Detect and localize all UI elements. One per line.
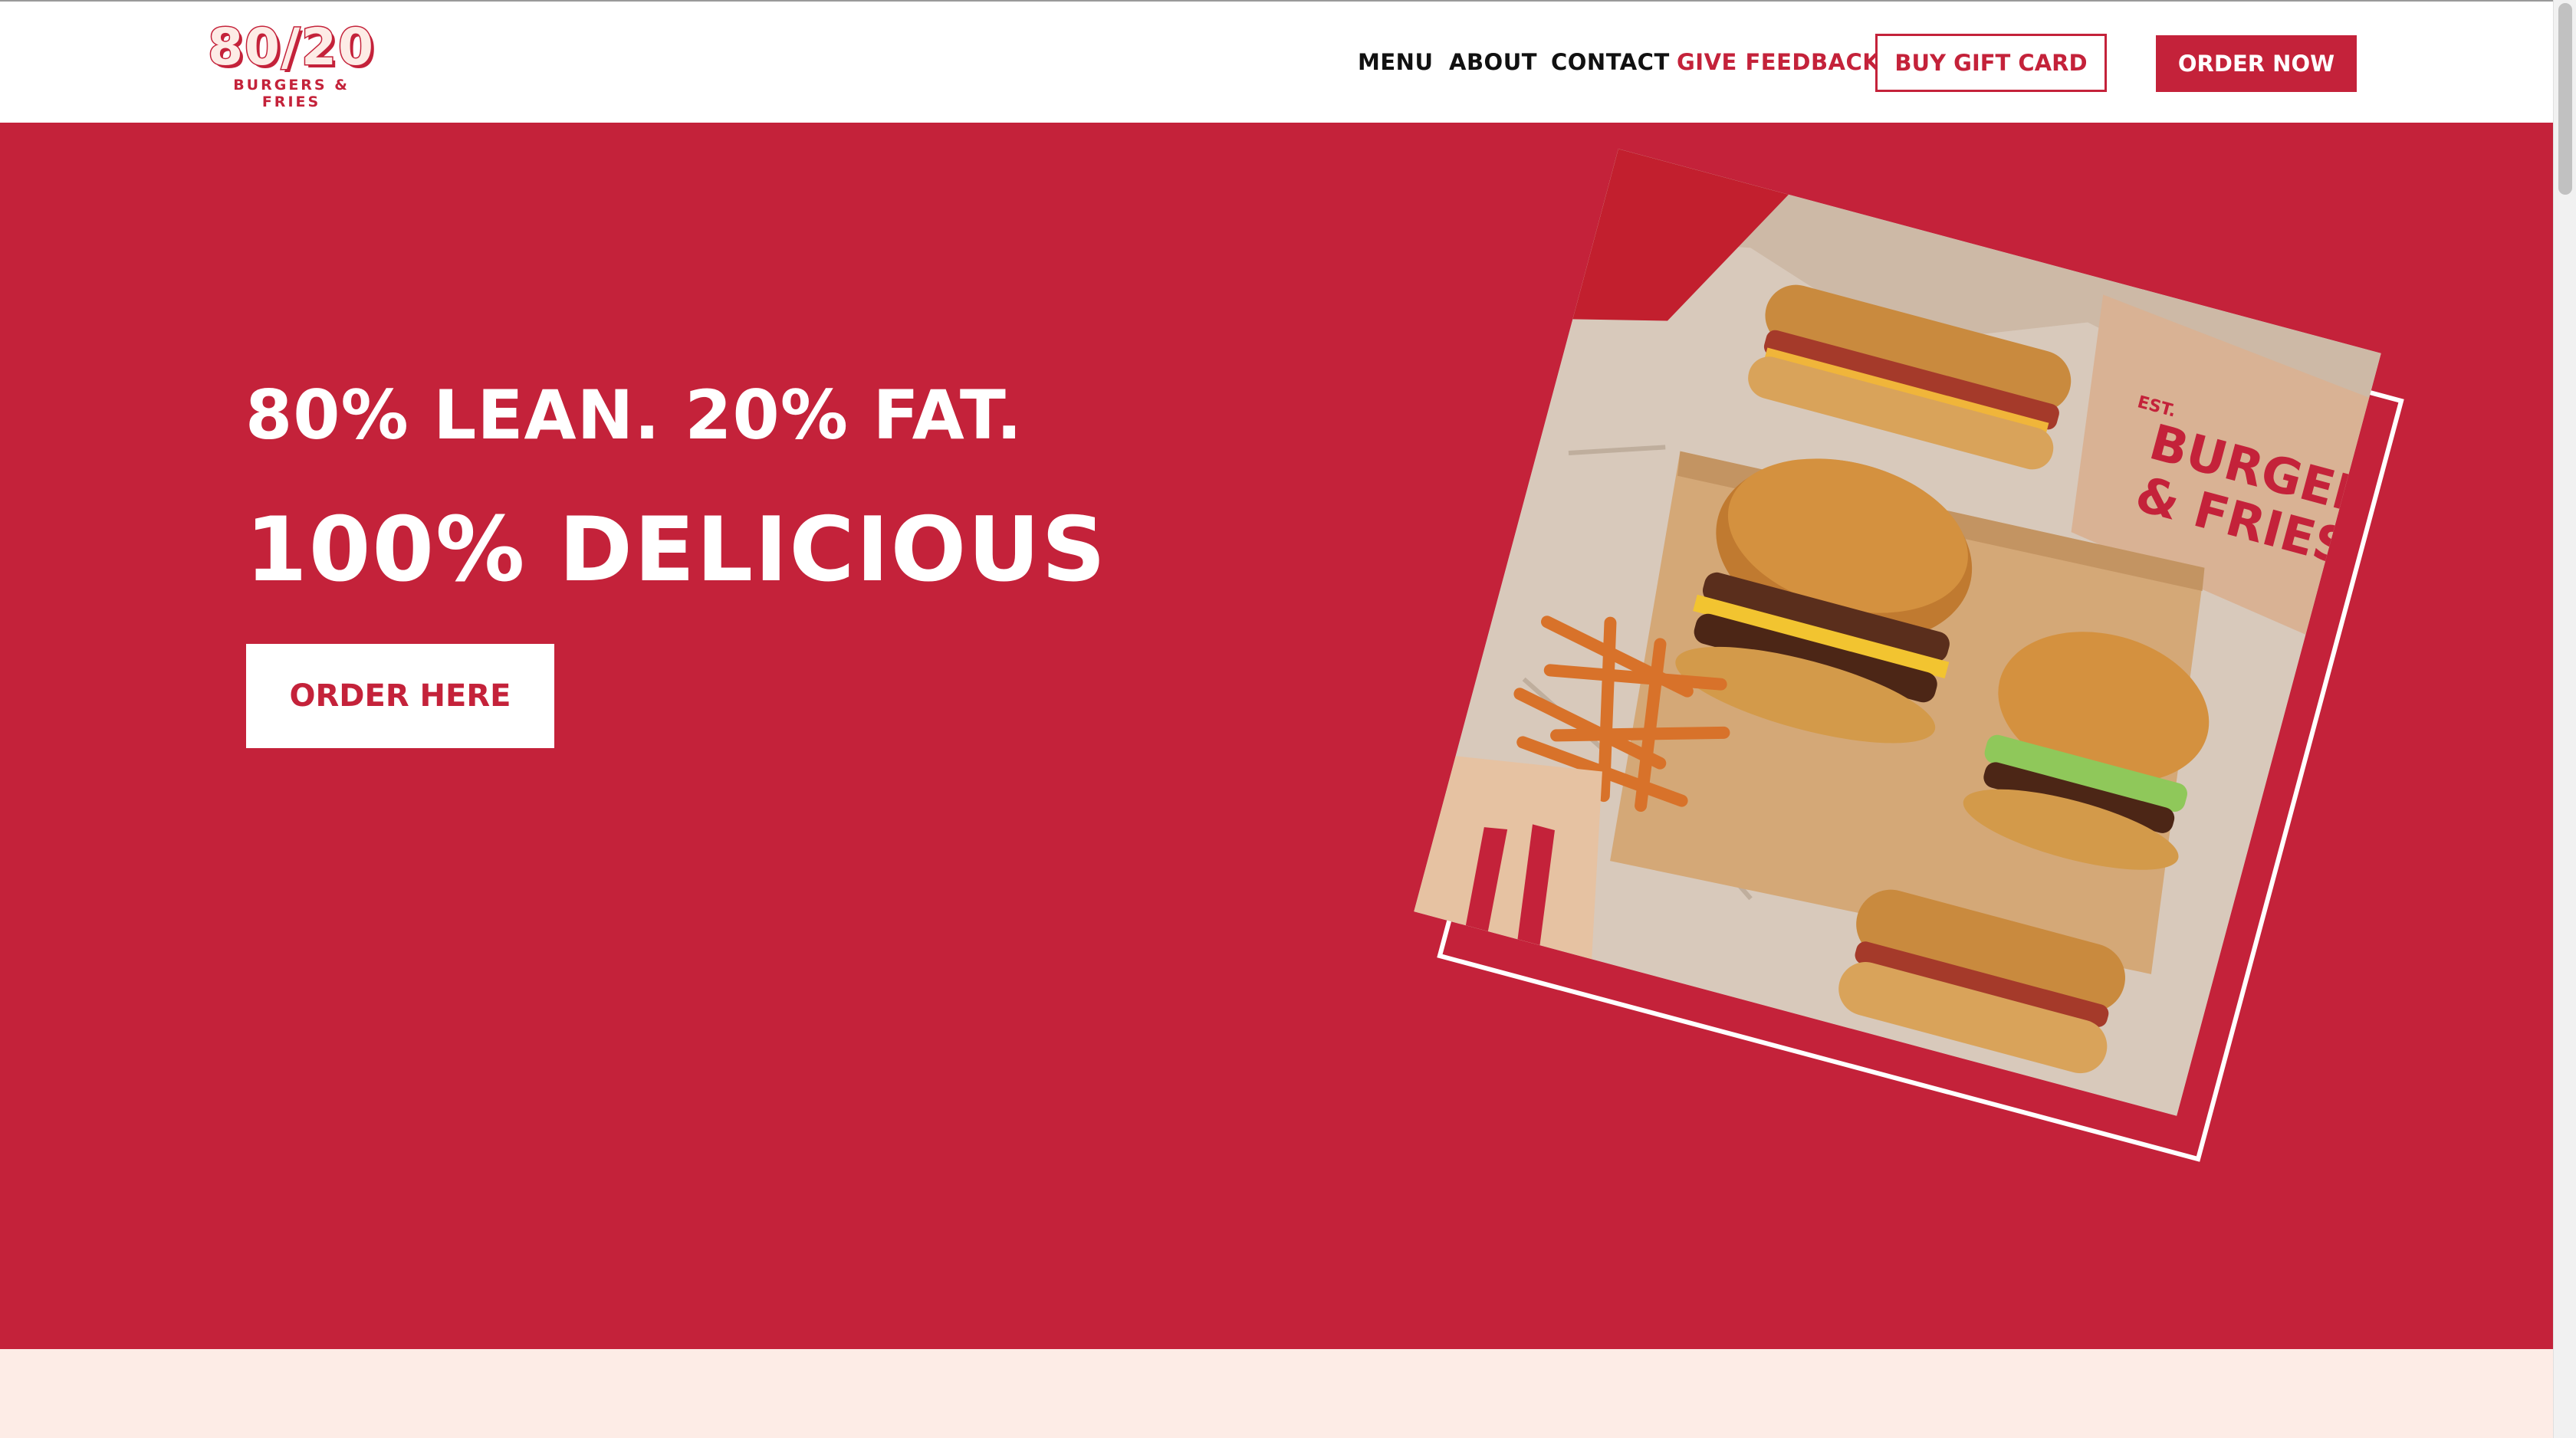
hero-headline: 80% LEAN. 20% FAT. xyxy=(245,376,1023,455)
order-now-button[interactable]: ORDER NOW xyxy=(2156,35,2357,92)
logo-wordmark: 80/20 xyxy=(207,18,375,77)
nav-about-link[interactable]: ABOUT xyxy=(1449,49,1537,75)
nav-give-feedback-link[interactable]: GIVE FEEDBACK xyxy=(1677,49,1880,75)
nav-contact-link[interactable]: CONTACT xyxy=(1551,49,1670,75)
nav-menu-link[interactable]: MENU xyxy=(1358,49,1434,75)
page-scrollbar[interactable] xyxy=(2553,0,2576,1438)
brand-logo[interactable]: 80/20 BURGERS & FRIES xyxy=(207,18,376,110)
site-header: 80/20 BURGERS & FRIES MENU ABOUT CONTACT… xyxy=(0,0,2553,123)
logo-tagline: BURGERS & FRIES xyxy=(233,77,350,110)
hero-subheadline: 100% DELICIOUS xyxy=(245,498,1107,602)
hero-image: EST. BURGERS & FRIES xyxy=(1414,149,2404,1162)
order-here-button[interactable]: ORDER HERE xyxy=(246,644,554,748)
buy-gift-card-button[interactable]: BUY GIFT CARD xyxy=(1875,34,2107,92)
scrollbar-thumb[interactable] xyxy=(2558,3,2572,195)
hero-section: 80% LEAN. 20% FAT. 100% DELICIOUS ORDER … xyxy=(0,123,2553,1349)
